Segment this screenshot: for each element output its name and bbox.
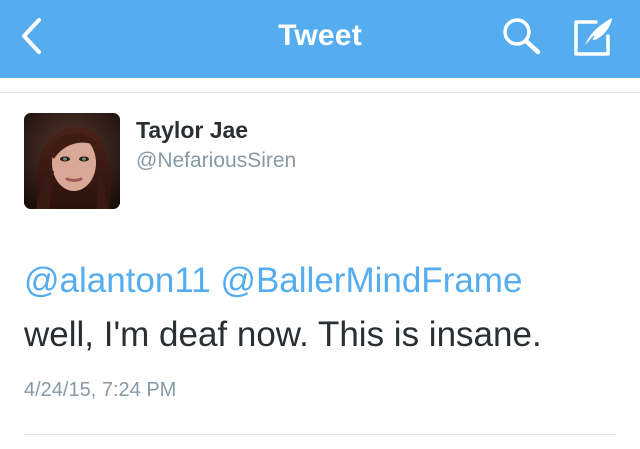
search-button[interactable] bbox=[498, 14, 546, 58]
tweet-text: well, I'm deaf now. This is insane. bbox=[24, 315, 542, 354]
divider bbox=[0, 92, 640, 93]
tweet-timestamp: 4/24/15, 7:24 PM bbox=[24, 379, 177, 401]
divider bbox=[24, 434, 616, 435]
author-handle[interactable]: @NefariousSiren bbox=[136, 148, 296, 174]
tweet-body: @alanton11 @BallerMindFrame well, I'm de… bbox=[24, 254, 624, 362]
tweet-mentions-line: @alanton11 @BallerMindFrame bbox=[24, 254, 624, 308]
nav-bar: Tweet bbox=[0, 0, 640, 78]
mention-link[interactable]: @BallerMindFrame bbox=[220, 261, 522, 300]
compose-tweet-icon bbox=[574, 18, 612, 56]
mention-link[interactable]: @alanton11 bbox=[24, 261, 211, 300]
avatar-photo bbox=[24, 113, 120, 209]
search-icon bbox=[503, 18, 541, 55]
compose-tweet-button[interactable] bbox=[568, 12, 620, 60]
author-name[interactable]: Taylor Jae bbox=[136, 116, 248, 144]
avatar[interactable] bbox=[24, 113, 120, 209]
